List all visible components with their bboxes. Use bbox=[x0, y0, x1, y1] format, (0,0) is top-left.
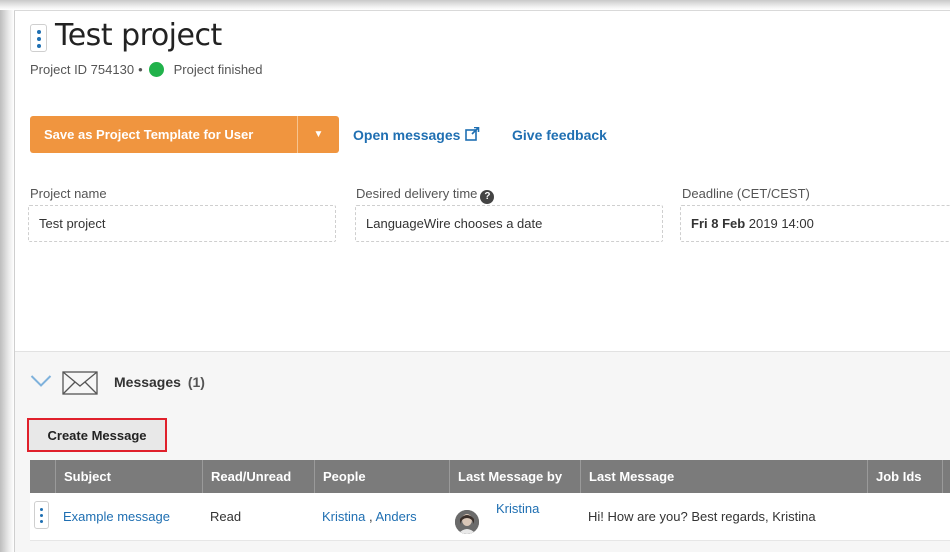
kebab-icon bbox=[40, 508, 43, 511]
table-footer-space bbox=[30, 542, 950, 552]
messages-count: (1) bbox=[187, 374, 205, 390]
subject-link[interactable]: Example message bbox=[63, 509, 170, 524]
save-template-split-button: Save as Project Template for User ▼ bbox=[30, 116, 339, 153]
deadline-time: 2019 14:00 bbox=[745, 216, 814, 231]
deadline-field[interactable]: Fri 8 Feb 2019 14:00 bbox=[680, 205, 950, 242]
page-frame: Test project Project ID 754130 • Project… bbox=[0, 0, 950, 552]
messages-title: Messages (1) bbox=[114, 374, 205, 390]
project-id: Project ID 754130 bbox=[30, 62, 135, 77]
delivery-time-label: Desired delivery time? bbox=[356, 186, 495, 204]
page-title: Test project bbox=[55, 18, 222, 53]
delivery-time-label-text: Desired delivery time bbox=[356, 186, 478, 201]
open-messages-label: Open messages bbox=[353, 127, 461, 143]
help-icon[interactable]: ? bbox=[480, 189, 495, 204]
envelope-icon bbox=[62, 371, 98, 395]
deadline-day: Fri 8 Feb bbox=[691, 216, 746, 231]
column-header-last-message-by[interactable]: Last Message by bbox=[449, 460, 580, 493]
column-header-read-unread[interactable]: Read/Unread bbox=[202, 460, 314, 493]
project-name-field[interactable]: Test project bbox=[28, 205, 336, 242]
read-state: Read bbox=[210, 509, 242, 524]
project-subline: Project ID 754130 • Project finished bbox=[30, 62, 263, 77]
avatar bbox=[455, 510, 479, 534]
project-name-value: Test project bbox=[39, 216, 106, 231]
project-menu-button[interactable] bbox=[30, 24, 47, 52]
kebab-dot bbox=[40, 520, 43, 523]
chevron-down-icon[interactable] bbox=[30, 374, 52, 388]
project-name-label: Project name bbox=[30, 186, 107, 201]
window-edge-top bbox=[14, 10, 950, 11]
people-separator: , bbox=[365, 509, 376, 524]
create-message-button[interactable]: Create Message bbox=[27, 418, 167, 452]
deadline-label: Deadline (CET/CEST) bbox=[682, 186, 810, 201]
save-template-dropdown[interactable]: ▼ bbox=[297, 116, 339, 153]
person-link[interactable]: Kristina bbox=[322, 509, 365, 524]
messages-table-header: Subject Read/Unread People Last Message … bbox=[30, 460, 950, 493]
give-feedback-link[interactable]: Give feedback bbox=[512, 127, 607, 143]
delivery-time-value: LanguageWire chooses a date bbox=[366, 216, 543, 231]
column-header-subject[interactable]: Subject bbox=[55, 460, 202, 493]
column-header-last-message[interactable]: Last Message bbox=[580, 460, 867, 493]
separator: • bbox=[138, 62, 143, 77]
header-menu-col bbox=[30, 460, 55, 493]
kebab-dot bbox=[37, 44, 41, 48]
kebab-dot bbox=[37, 37, 41, 41]
person-link[interactable]: Anders bbox=[375, 509, 416, 524]
delivery-time-field[interactable]: LanguageWire chooses a date bbox=[355, 205, 663, 242]
column-header-extra bbox=[942, 460, 950, 493]
status-dot-icon bbox=[148, 62, 164, 77]
column-header-people[interactable]: People bbox=[314, 460, 449, 493]
caret-down-icon: ▼ bbox=[313, 129, 324, 140]
last-message-by-link[interactable]: Kristina bbox=[496, 501, 539, 516]
avatar-photo-icon bbox=[455, 510, 479, 534]
kebab-dot bbox=[40, 514, 43, 517]
kebab-icon bbox=[37, 30, 41, 34]
project-status: Project finished bbox=[173, 62, 263, 77]
external-link-icon bbox=[465, 127, 480, 141]
window-shadow-left bbox=[0, 0, 14, 552]
window-shadow-top bbox=[0, 0, 950, 10]
save-template-button[interactable]: Save as Project Template for User bbox=[30, 116, 297, 153]
people-cell: Kristina , Anders bbox=[322, 509, 417, 524]
column-header-job-ids[interactable]: Job Ids bbox=[867, 460, 942, 493]
row-menu-button[interactable] bbox=[34, 501, 49, 529]
last-message-text: Hi! How are you? Best regards, Kristina bbox=[588, 509, 816, 524]
open-messages-link[interactable]: Open messages bbox=[353, 127, 480, 143]
messages-title-text: Messages bbox=[114, 374, 181, 390]
table-row: Example message Read Kristina , Anders K… bbox=[30, 493, 950, 541]
